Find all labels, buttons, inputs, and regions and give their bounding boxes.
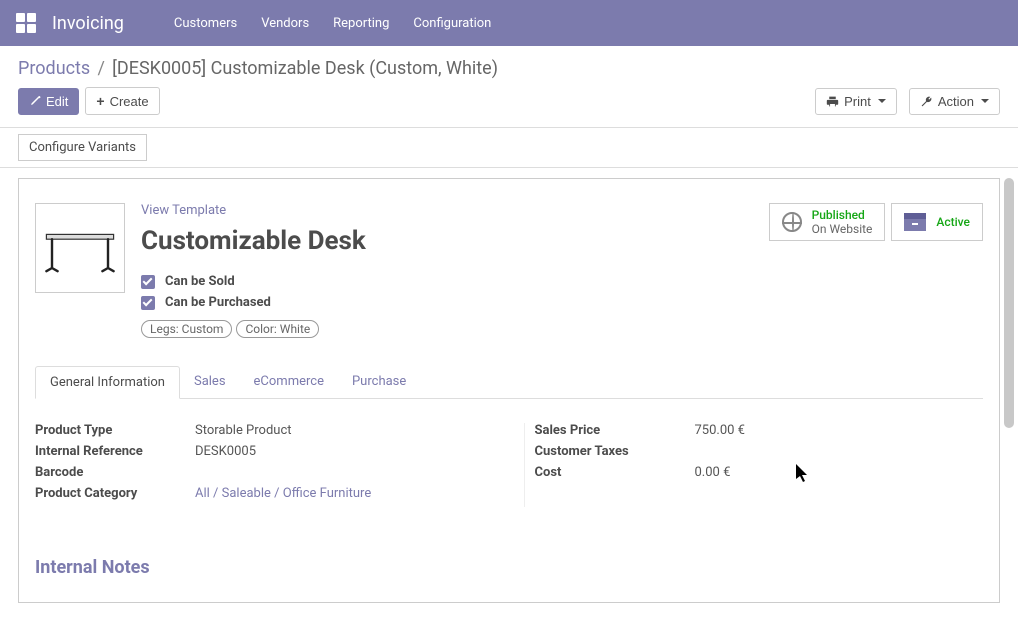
cost-value: 0.00 € [695, 465, 731, 480]
scrollbar[interactable] [1004, 178, 1014, 603]
pencil-icon [29, 95, 41, 107]
form-col-right: Sales Price750.00 € Customer Taxes Cost0… [524, 423, 984, 507]
nav-vendors[interactable]: Vendors [261, 16, 309, 31]
tab-purchase[interactable]: Purchase [338, 366, 420, 398]
nav-links: Customers Vendors Reporting Configuratio… [174, 16, 491, 31]
published-status-button[interactable]: Published On Website [769, 203, 886, 241]
can-purchased-label: Can be Purchased [165, 295, 271, 310]
edit-button[interactable]: Edit [18, 88, 79, 115]
product-type-label: Product Type [35, 423, 195, 438]
tab-sales[interactable]: Sales [180, 366, 240, 398]
variant-tags: Legs: Custom Color: White [141, 320, 769, 338]
on-website-label: On Website [812, 222, 873, 236]
product-title: Customizable Desk [141, 226, 769, 256]
internal-ref-value: DESK0005 [195, 444, 256, 459]
status-buttons: Published On Website Active [769, 203, 983, 241]
sales-price-label: Sales Price [535, 423, 695, 438]
form-sheet: View Template Customizable Desk Can be S… [18, 178, 1000, 603]
app-brand: Invoicing [52, 13, 124, 34]
edit-label: Edit [46, 94, 68, 109]
print-button[interactable]: Print [815, 88, 897, 115]
tab-general[interactable]: General Information [35, 366, 180, 399]
configure-variants-button[interactable]: Configure Variants [18, 134, 147, 161]
can-be-sold-row: Can be Sold [141, 274, 769, 289]
form-grid: Product TypeStorable Product Internal Re… [35, 423, 983, 507]
nav-configuration[interactable]: Configuration [413, 16, 491, 31]
cost-label: Cost [535, 465, 695, 480]
caret-icon [981, 99, 989, 103]
top-nav: Invoicing Customers Vendors Reporting Co… [0, 0, 1018, 46]
checkbox-sold[interactable] [141, 275, 155, 289]
actions-row: Edit + Create Print Action [0, 81, 1018, 127]
active-status-button[interactable]: Active [891, 203, 983, 241]
breadcrumb-current: [DESK0005] Customizable Desk (Custom, Wh… [112, 58, 498, 79]
action-button[interactable]: Action [909, 88, 1000, 115]
form-col-left: Product TypeStorable Product Internal Re… [35, 423, 484, 507]
internal-notes-heading: Internal Notes [35, 557, 983, 578]
wrench-icon [920, 95, 933, 108]
view-template-link[interactable]: View Template [141, 203, 769, 218]
nav-customers[interactable]: Customers [174, 16, 237, 31]
create-button[interactable]: + Create [85, 87, 159, 115]
caret-icon [878, 99, 886, 103]
can-be-purchased-row: Can be Purchased [141, 295, 769, 310]
internal-ref-label: Internal Reference [35, 444, 195, 459]
print-label: Print [844, 94, 871, 109]
active-label: Active [936, 215, 970, 229]
breadcrumb-parent[interactable]: Products [18, 58, 90, 79]
create-label: Create [110, 94, 149, 109]
published-label: Published [812, 208, 873, 222]
content-area: View Template Customizable Desk Can be S… [0, 178, 1018, 603]
tag-legs: Legs: Custom [141, 320, 232, 338]
action-label: Action [938, 94, 974, 109]
barcode-label: Barcode [35, 465, 195, 480]
category-value[interactable]: All / Saleable / Office Furniture [195, 486, 371, 501]
plus-icon: + [96, 93, 104, 109]
can-sold-label: Can be Sold [165, 274, 235, 289]
globe-icon [782, 212, 802, 232]
taxes-label: Customer Taxes [535, 444, 695, 459]
config-bar: Configure Variants [0, 127, 1018, 168]
product-image[interactable] [35, 203, 125, 293]
breadcrumb-sep: / [97, 58, 104, 79]
sales-price-value: 750.00 € [695, 423, 746, 438]
product-type-value: Storable Product [195, 423, 292, 438]
nav-reporting[interactable]: Reporting [333, 16, 389, 31]
archive-icon [904, 213, 926, 231]
tabs: General Information Sales eCommerce Purc… [35, 366, 983, 399]
print-icon [826, 95, 839, 108]
apps-icon[interactable] [16, 13, 36, 33]
tab-ecommerce[interactable]: eCommerce [240, 366, 338, 398]
breadcrumb: Products / [DESK0005] Customizable Desk … [0, 46, 1018, 81]
checkbox-purchased[interactable] [141, 296, 155, 310]
tag-color: Color: White [236, 320, 319, 338]
category-label: Product Category [35, 486, 195, 501]
